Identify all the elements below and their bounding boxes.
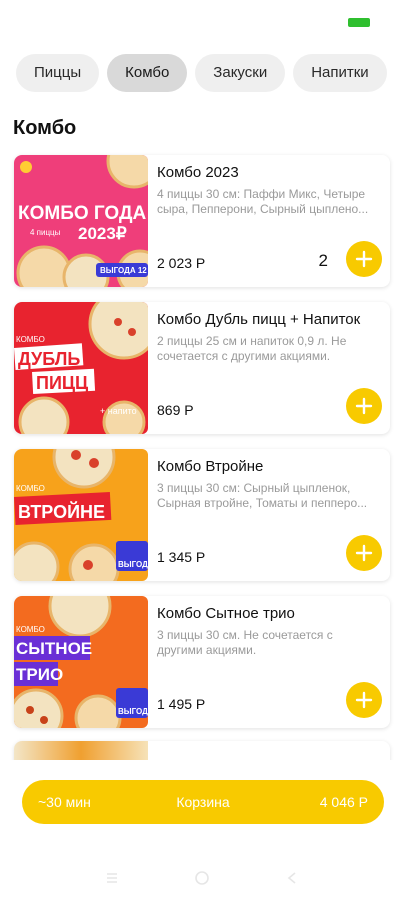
product-list: КОМБО ГОДА 4 пиццы 2023₽ ВЫГОДА 12 Комбо…: [14, 155, 390, 743]
back-icon[interactable]: [284, 870, 300, 886]
section-title: Комбо: [13, 117, 77, 139]
product-card[interactable]: КОМБО ДУБЛЬ ПИЦЦ + напито Комбо Дубль пи…: [14, 302, 390, 434]
product-image: КОМБО СЫТНОЕ ТРИО ВЫГОДА до 16: [14, 596, 148, 728]
product-description: 3 пиццы 30 см: Сырный цыпленок, Сырная в…: [157, 481, 368, 510]
add-button[interactable]: [346, 682, 382, 718]
product-image: КОМБО ВТРОЙНЕ ВЫГОДА до 15: [14, 449, 148, 581]
promo-text-4: ВЫГОДА до 15: [118, 560, 148, 569]
add-button[interactable]: [346, 241, 382, 277]
battery-icon: [348, 18, 370, 27]
promo-text-3: ТРИО: [16, 665, 63, 684]
promo-text-2: СЫТНОЕ: [16, 639, 92, 658]
tab-combo[interactable]: Комбо: [107, 54, 188, 92]
promo-text-2: ВТРОЙНЕ: [18, 501, 105, 522]
plus-icon: [355, 544, 373, 562]
promo-text-4: + напито: [100, 406, 137, 416]
promo-text-4: ВЫГОДА 12: [100, 266, 147, 275]
product-description: 4 пиццы 30 см: Паффи Микс, Четыре сыра, …: [157, 187, 369, 216]
tab-snacks[interactable]: Закуски: [195, 54, 286, 92]
category-tabs: Пиццы Комбо Закуски Напитки: [16, 54, 387, 92]
plus-icon: [355, 397, 373, 415]
product-price: 1 495 Р: [157, 696, 206, 712]
product-card[interactable]: КОМБО ВТРОЙНЕ ВЫГОДА до 15 Комбо Втройне…: [14, 449, 390, 581]
home-icon[interactable]: [194, 870, 210, 886]
promo-text-2: 2023₽: [78, 224, 127, 243]
promo-text-1: КОМБО: [16, 625, 45, 634]
add-button[interactable]: [346, 535, 382, 571]
product-title: Комбо 2023: [157, 164, 239, 181]
promo-text-1: КОМБО: [16, 484, 45, 493]
product-price: 869 Р: [157, 402, 194, 418]
tab-pizza[interactable]: Пиццы: [16, 54, 100, 92]
product-card[interactable]: КОМБО СЫТНОЕ ТРИО ВЫГОДА до 16 Комбо Сыт…: [14, 596, 390, 728]
add-button[interactable]: [346, 388, 382, 424]
product-title: Комбо Сытное трио: [157, 605, 295, 622]
product-price: 2 023 Р: [157, 255, 206, 271]
cart-total: 4 046 Р: [319, 794, 368, 810]
product-quantity: 2: [318, 251, 328, 270]
product-description: 3 пиццы 30 см. Не сочетается с другими а…: [157, 628, 333, 657]
product-description: 2 пиццы 25 см и напиток 0,9 л. Не сочета…: [157, 334, 347, 363]
cart-button[interactable]: ~30 мин Корзина 4 046 Р: [22, 780, 384, 824]
plus-icon: [355, 691, 373, 709]
status-bar: [0, 0, 404, 40]
promo-text-4: ВЫГОДА до 16: [118, 707, 148, 716]
promo-text-1: КОМБО ГОДА: [18, 203, 147, 224]
plus-icon: [355, 250, 373, 268]
product-image: КОМБО ГОДА 4 пиццы 2023₽ ВЫГОДА 12: [14, 155, 148, 287]
product-title: Комбо Дубль пицц + Напиток: [157, 311, 361, 328]
product-title: Комбо Втройне: [157, 458, 264, 475]
promo-text-3: 4 пиццы: [30, 228, 61, 237]
tab-drinks[interactable]: Напитки: [293, 54, 387, 92]
product-card[interactable]: КОМБО ГОДА 4 пиццы 2023₽ ВЫГОДА 12 Комбо…: [14, 155, 390, 287]
product-image: КОМБО ДУБЛЬ ПИЦЦ + напито: [14, 302, 148, 434]
system-nav-bar: [0, 862, 404, 894]
promo-text-1: КОМБО: [16, 335, 45, 344]
menu-icon[interactable]: [104, 870, 120, 886]
product-price: 1 345 Р: [157, 549, 206, 565]
promo-text-2: ДУБЛЬ: [18, 349, 80, 369]
promo-text-3: ПИЦЦ: [36, 373, 89, 393]
